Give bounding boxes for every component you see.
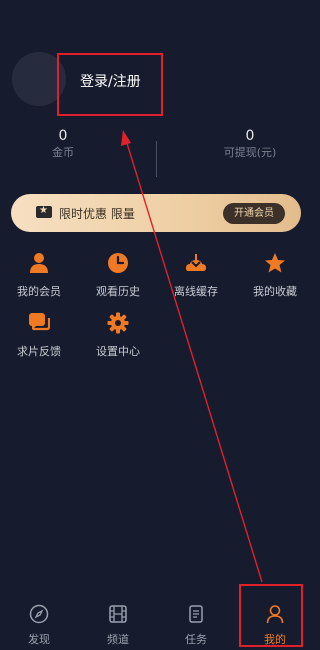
- coins-stat[interactable]: 0 金币: [33, 127, 93, 161]
- coins-value: 0: [58, 128, 68, 144]
- menu-label: 求片反馈: [17, 345, 61, 358]
- menu-label: 离线缓存: [174, 285, 218, 298]
- tab-label: 任务: [185, 633, 207, 646]
- login-register-label: 登录/注册: [80, 74, 141, 90]
- chat-icon: [28, 312, 51, 334]
- tab-channels[interactable]: 频道: [88, 604, 148, 647]
- tab-discover[interactable]: 发现: [9, 604, 69, 647]
- menu-item-settings[interactable]: 设置中心: [88, 312, 148, 359]
- highlight-box-me-tab: [239, 584, 303, 647]
- gear-icon: [107, 312, 129, 334]
- task-icon: [189, 605, 203, 623]
- menu-label: 我的会员: [17, 285, 61, 298]
- cash-label: 可提现(元): [223, 146, 277, 159]
- menu-item-watch-history[interactable]: 观看历史: [88, 252, 148, 299]
- menu-label: 观看历史: [96, 285, 140, 298]
- menu-item-my-vip[interactable]: 我的会员: [9, 252, 69, 299]
- ticket-icon: ★: [36, 205, 52, 218]
- star-icon: [264, 252, 286, 274]
- open-vip-button[interactable]: 开通会员: [223, 203, 285, 224]
- film-icon: [109, 605, 127, 623]
- tab-tasks[interactable]: 任务: [166, 604, 226, 647]
- coins-label: 金币: [52, 146, 74, 159]
- menu-item-offline-cache[interactable]: 离线缓存: [166, 252, 226, 299]
- compass-icon: [29, 604, 49, 624]
- promo-text: 限时优惠 限量: [59, 207, 135, 221]
- stats-divider: [156, 141, 157, 177]
- login-register-button[interactable]: 登录/注册: [57, 53, 163, 116]
- person-icon: [28, 252, 50, 274]
- menu-item-favorites[interactable]: 我的收藏: [245, 252, 305, 299]
- vip-promo-banner[interactable]: ★ 限时优惠 限量 开通会员: [11, 194, 301, 232]
- cash-stat[interactable]: 0 可提现(元): [210, 127, 290, 161]
- download-cloud-icon: [185, 252, 207, 274]
- tab-label: 频道: [107, 633, 129, 646]
- tab-label: 发现: [28, 633, 50, 646]
- menu-label: 设置中心: [96, 345, 140, 358]
- cash-value: 0: [245, 128, 255, 144]
- menu-label: 我的收藏: [253, 285, 297, 298]
- menu-item-feedback[interactable]: 求片反馈: [9, 312, 69, 359]
- clock-icon: [107, 252, 129, 274]
